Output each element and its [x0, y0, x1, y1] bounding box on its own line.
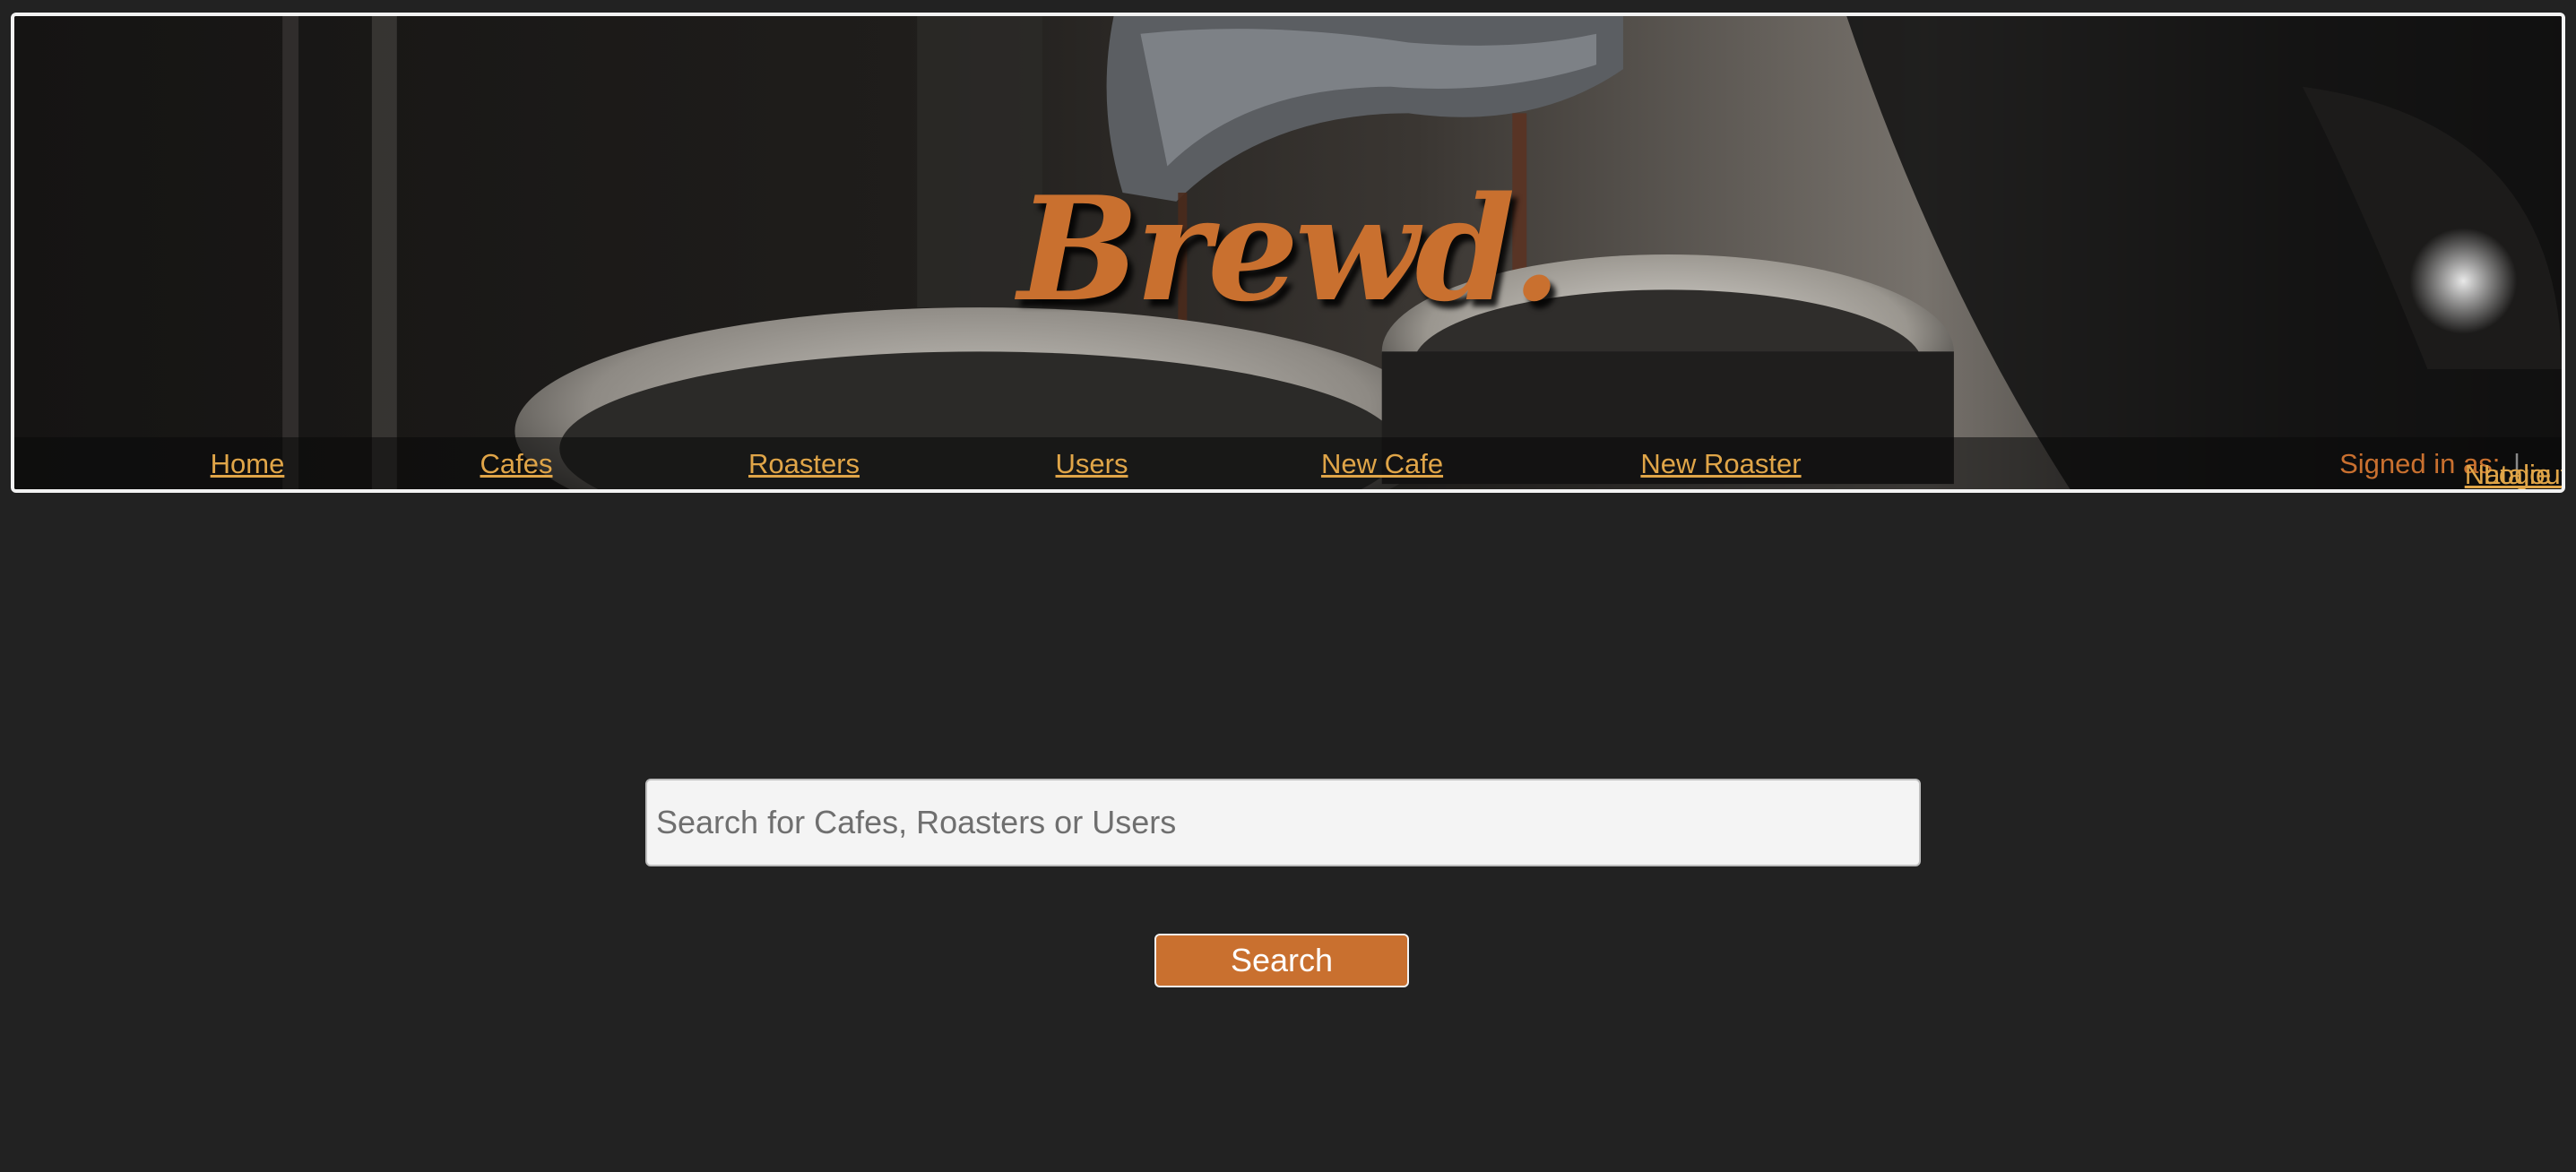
nav-new-roaster-link[interactable]: New Roaster	[1640, 448, 1801, 480]
search-button[interactable]: Search	[1154, 934, 1409, 987]
nav-cafes-link[interactable]: Cafes	[480, 448, 553, 480]
brand-logo[interactable]: Brewd.	[14, 177, 2562, 321]
main-nav: Home Cafes Roasters Users New Cafe New R…	[14, 437, 2562, 489]
nav-users-link[interactable]: Users	[1056, 448, 1128, 480]
nav-new-cafe-link[interactable]: New Cafe	[1321, 448, 1443, 480]
header-banner: Brewd. Home Cafes Roasters Users New Caf…	[11, 13, 2565, 493]
logout-link[interactable]: Logout	[2484, 459, 2562, 489]
page: Brewd. Home Cafes Roasters Users New Caf…	[0, 0, 2576, 1172]
search-input[interactable]	[645, 779, 1921, 866]
nav-home-link[interactable]: Home	[211, 448, 285, 480]
nav-roasters-link[interactable]: Roasters	[748, 448, 860, 480]
user-status: Signed in as: Natalie | Logout	[2339, 448, 2562, 489]
